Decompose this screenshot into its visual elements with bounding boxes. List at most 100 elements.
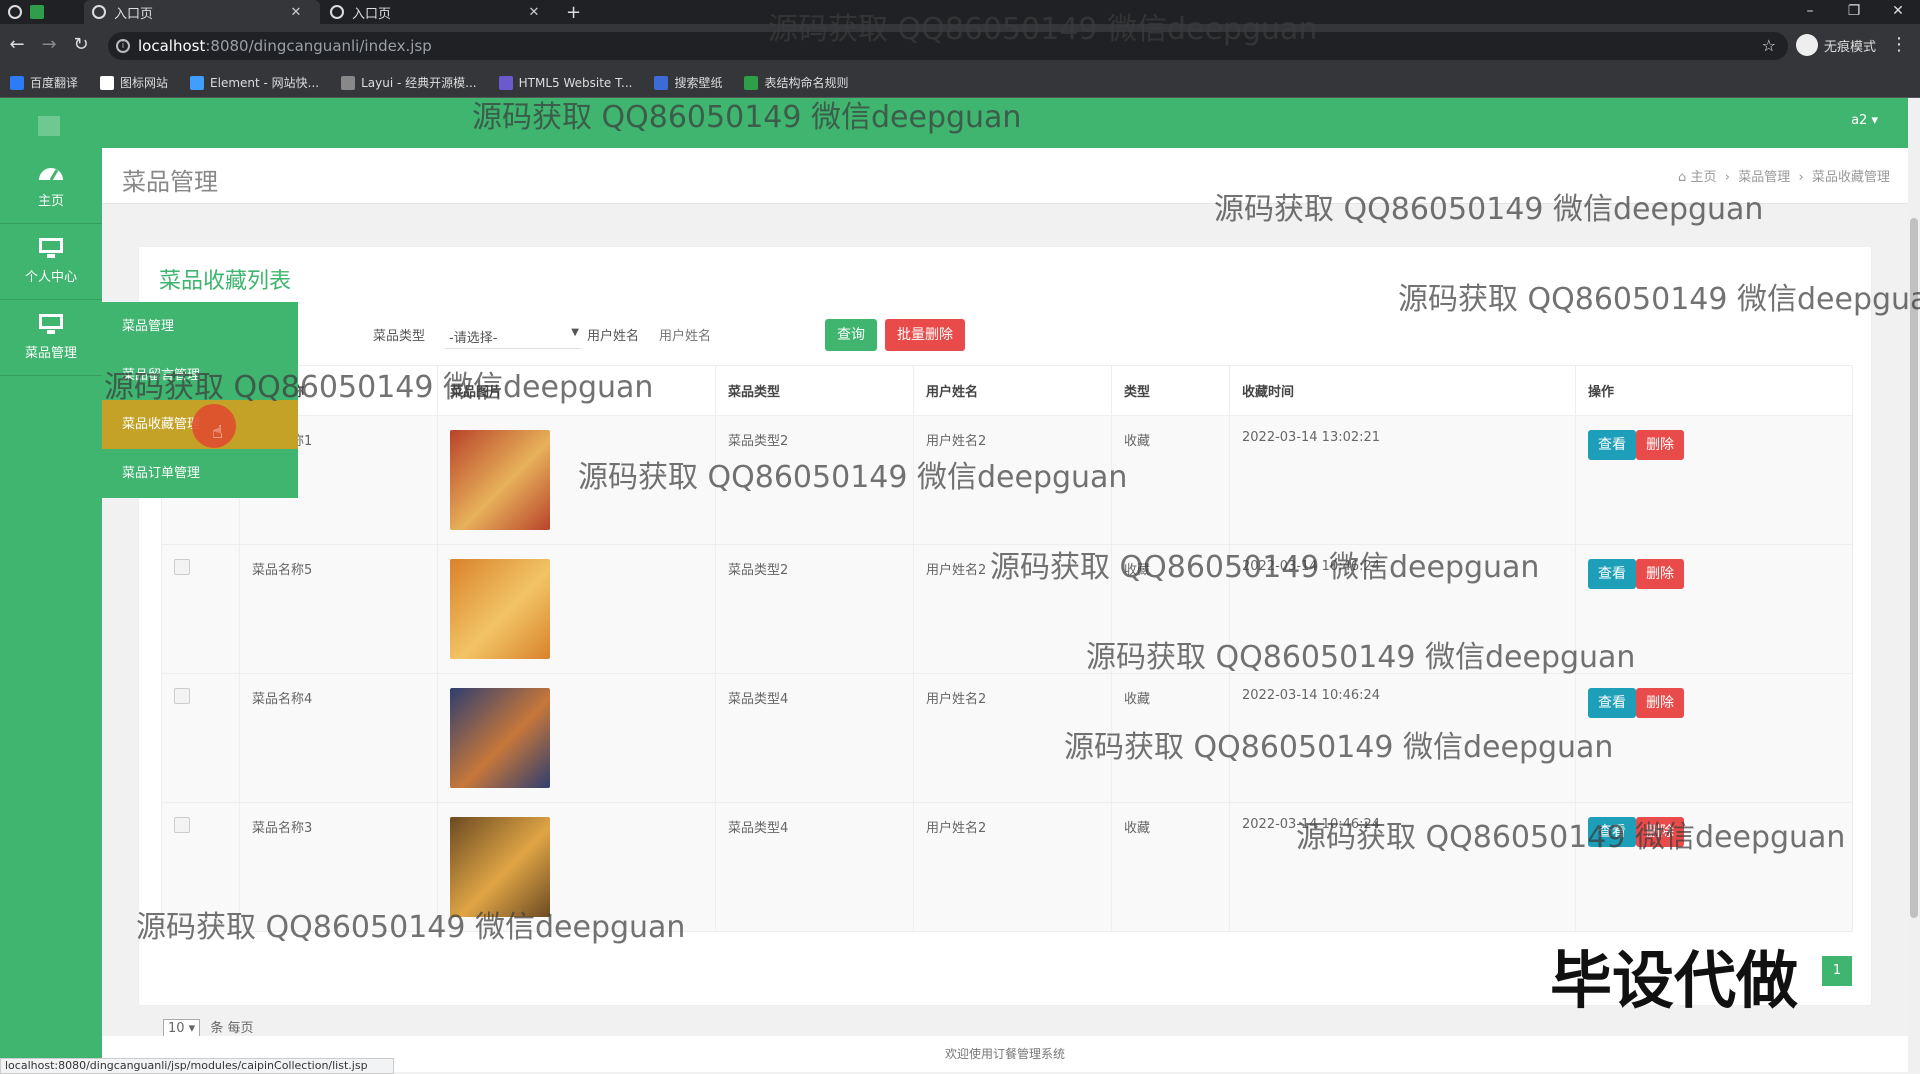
breadcrumb-home[interactable]: 主页	[1690, 170, 1716, 185]
column-header: 菜品图片	[437, 365, 716, 416]
monitor-icon	[39, 238, 63, 258]
actions-cell: 查看 删除	[1575, 802, 1853, 932]
sidebar-item-profile[interactable]: 个人中心	[0, 224, 102, 300]
bookmark-label: 搜索壁纸	[674, 76, 723, 90]
view-button[interactable]: 查看	[1588, 430, 1636, 460]
delete-button[interactable]: 删除	[1636, 817, 1684, 847]
restore-icon[interactable]: ❐	[1832, 0, 1876, 24]
table-row: 菜品名称1菜品类型2用户姓名2收藏2022-03-14 13:02:21查看删除	[161, 415, 1853, 545]
column-header: 收藏时间	[1229, 365, 1576, 416]
incognito-indicator[interactable]: 无痕模式	[1795, 34, 1876, 56]
bookmark-icon	[10, 75, 24, 90]
query-button[interactable]: 查询	[825, 319, 877, 351]
dish-image	[450, 559, 550, 659]
bookmark-icon	[744, 75, 759, 90]
submenu-dish-management[interactable]: 菜品管理	[102, 302, 298, 351]
bookmark-item[interactable]: Layui - 经典开源模...	[341, 74, 477, 91]
submenu-dish-order-management[interactable]: 菜品订单管理	[102, 449, 298, 498]
user-name-cell: 用户姓名2	[913, 415, 1112, 545]
back-icon[interactable]: ←	[6, 35, 28, 57]
kind-cell: 收藏	[1111, 673, 1230, 803]
row-checkbox[interactable]	[174, 559, 190, 575]
new-tab-button[interactable]: +	[566, 0, 596, 24]
bookmark-item[interactable]: Element - 网站快...	[190, 74, 319, 91]
dish-image-cell	[437, 802, 716, 932]
user-name-input[interactable]	[655, 321, 805, 349]
row-checkbox[interactable]	[174, 817, 190, 833]
sidebar-item-label: 个人中心	[24, 270, 77, 285]
delete-button[interactable]: 删除	[1636, 430, 1684, 460]
close-tab-icon[interactable]: ✕	[522, 5, 546, 20]
table-row: 菜品名称5 菜品类型2 用户姓名2 收藏 2022-03-14 10:46:24 查看 删除	[161, 544, 1853, 674]
user-name-cell: 用户姓名2	[913, 673, 1112, 803]
bookmark-item[interactable]: HTML5 Website T...	[498, 75, 632, 90]
view-button[interactable]: 查看	[1588, 559, 1636, 589]
sidebar: 主页 个人中心 菜品管理	[0, 98, 102, 1072]
user-name-cell: 用户姓名2	[913, 544, 1112, 674]
page-number-current[interactable]: 1	[1822, 956, 1852, 986]
address-bar: ← → ↻ i localhost:8080/dingcanguanli/ind…	[0, 24, 1920, 68]
dish-type-cell: 菜品类型4	[715, 673, 914, 803]
collect-time-cell: 2022-03-14 10:46:24	[1229, 802, 1576, 932]
table-row: 菜品名称3 菜品类型4 用户姓名2 收藏 2022-03-14 10:46:24 查看 删除	[161, 802, 1853, 932]
bookmark-label: 表结构命名规则	[764, 76, 849, 90]
browser-menu[interactable]	[0, 0, 56, 24]
page-scrollbar[interactable]	[1908, 98, 1920, 1072]
delete-button[interactable]: 删除	[1636, 559, 1684, 589]
dish-image-cell	[437, 544, 716, 674]
forward-icon[interactable]: →	[38, 35, 60, 57]
tab-title: 入口页	[114, 6, 154, 22]
dish-name-cell: 菜品名称3	[239, 802, 438, 932]
user-menu[interactable]: a2 ▾	[1851, 113, 1878, 128]
column-header: 操作	[1575, 365, 1853, 416]
breadcrumb: ⌂ 主页 › 菜品管理 › 菜品收藏管理	[1678, 166, 1890, 185]
bookmark-item[interactable]: 百度翻译	[10, 74, 78, 91]
minimize-icon[interactable]: –	[1788, 0, 1832, 24]
batch-delete-button[interactable]: 批量删除	[885, 319, 965, 351]
url-field[interactable]: i localhost:8080/dingcanguanli/index.jsp…	[108, 32, 1788, 60]
more-menu-icon[interactable]: ⋮	[1888, 35, 1910, 57]
content-header: 菜品管理 ⌂ 主页 › 菜品管理 › 菜品收藏管理	[102, 148, 1908, 204]
bookmark-label: 图标网站	[120, 76, 169, 90]
breadcrumb-dish-management[interactable]: 菜品管理	[1738, 170, 1790, 185]
kind-cell: 收藏	[1111, 544, 1230, 674]
sidebar-item-home[interactable]: 主页	[0, 148, 102, 224]
dish-image-cell	[437, 673, 716, 803]
dish-type-cell: 菜品类型2	[715, 415, 914, 545]
tab-2[interactable]: 入口页 ✕	[322, 0, 558, 24]
site-info-icon[interactable]: i	[116, 39, 130, 53]
bookmark-star-icon[interactable]: ☆	[1762, 32, 1776, 60]
table-row: 菜品名称4 菜品类型4 用户姓名2 收藏 2022-03-14 10:46:24 查看 删除	[161, 673, 1853, 803]
bookmark-item[interactable]: 图标网站	[100, 74, 168, 91]
sidebar-item-dish-management[interactable]: 菜品管理	[0, 300, 102, 376]
browser-tab-strip: 入口页 ✕ 入口页 ✕ + – ❐ ✕	[0, 0, 1920, 24]
bookmark-item[interactable]: 搜索壁纸	[654, 74, 722, 91]
incognito-icon	[1795, 34, 1818, 56]
view-button[interactable]: 查看	[1588, 688, 1636, 718]
view-button[interactable]: 查看	[1588, 817, 1636, 847]
delete-button[interactable]: 删除	[1636, 688, 1684, 718]
bookmark-label: Element - 网站快...	[210, 76, 320, 90]
bookmark-icon	[341, 75, 356, 90]
tab-1[interactable]: 入口页 ✕	[84, 0, 320, 24]
page-favicon-icon	[92, 5, 106, 19]
home-icon: ⌂	[1678, 170, 1687, 185]
submenu-dish-message-management[interactable]: 菜品留言管理	[102, 351, 298, 400]
bookmark-label: 百度翻译	[30, 76, 79, 90]
watermark-big: 毕设代做	[1550, 944, 1799, 1017]
table-header-row: 菜品名称 菜品图片 菜品类型 用户姓名 类型 收藏时间 操作	[161, 365, 1853, 416]
filter-bar: 菜品类型 -请选择- ▼ 用户姓名 查询 批量删除	[139, 313, 1873, 353]
chevron-down-icon: ▼	[571, 327, 579, 338]
page-size-value: 10	[168, 1021, 185, 1036]
breadcrumb-current: 菜品收藏管理	[1811, 170, 1890, 185]
scrollbar-thumb[interactable]	[1910, 218, 1918, 918]
actions-cell: 查看 删除	[1575, 544, 1853, 674]
select-cell	[161, 673, 240, 803]
tab-title: 入口页	[352, 6, 392, 22]
row-checkbox[interactable]	[174, 688, 190, 704]
dish-type-select[interactable]: -请选择- ▼	[445, 321, 581, 349]
close-tab-icon[interactable]: ✕	[284, 5, 308, 20]
bookmark-item[interactable]: 表结构命名规则	[744, 74, 848, 91]
close-window-icon[interactable]: ✕	[1876, 0, 1920, 24]
reload-icon[interactable]: ↻	[70, 35, 92, 57]
